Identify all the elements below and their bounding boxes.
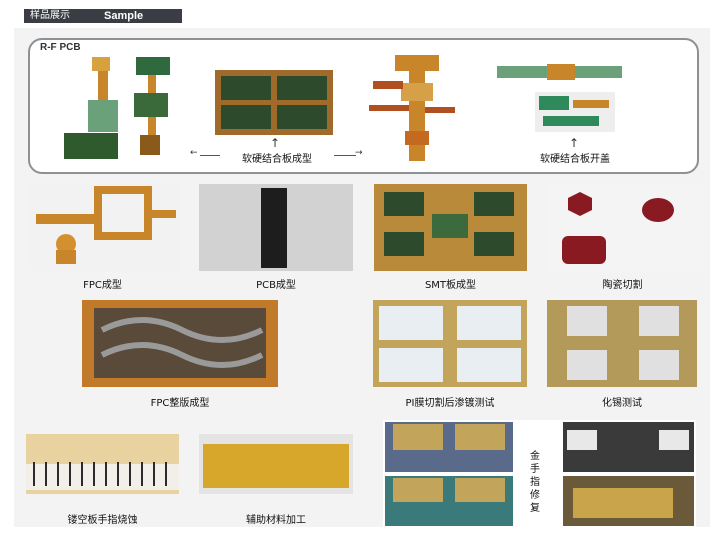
rf-pcb-image-4 bbox=[497, 64, 622, 132]
smt-forming-image bbox=[374, 184, 527, 271]
tin-test-image bbox=[547, 300, 697, 387]
header-title-en: Sample bbox=[104, 10, 144, 22]
rf-pcb-image-2 bbox=[215, 70, 333, 135]
caption-gold-finger-repair: 金手指修复 bbox=[530, 451, 540, 514]
label-rf-open: 软硬结合板开盖 bbox=[540, 154, 610, 165]
header-title-cn: 样品展示 bbox=[30, 10, 70, 21]
caption-fpc-forming: FPC成型 bbox=[83, 280, 122, 291]
caption-pi-film-test: PI膜切割后渗镀测试 bbox=[405, 398, 495, 409]
section-header: 样品展示 Sample bbox=[24, 9, 182, 23]
dashed-line-left bbox=[200, 155, 220, 156]
pcb-forming-image bbox=[199, 184, 353, 271]
hollow-finger-ablation-image bbox=[26, 434, 179, 494]
fpc-panel-forming-image bbox=[82, 300, 278, 387]
arrow-left-icon: ← bbox=[190, 148, 198, 158]
caption-hollow-finger-ablation: 镂空板手指烧蚀 bbox=[67, 515, 138, 526]
caption-smt-forming: SMT板成型 bbox=[424, 280, 477, 291]
pi-film-test-image bbox=[373, 300, 527, 387]
rf-pcb-image-1 bbox=[64, 57, 170, 159]
rf-pcb-image-3 bbox=[369, 55, 455, 161]
caption-pcb-forming: PCB成型 bbox=[256, 280, 296, 291]
auxiliary-material-image bbox=[199, 434, 353, 494]
dashed-line-right bbox=[334, 155, 356, 156]
caption-auxiliary-material: 辅助材料加工 bbox=[246, 515, 306, 526]
arrow-right-icon: → bbox=[355, 148, 363, 158]
caption-tin-test: 化锡测试 bbox=[602, 398, 642, 409]
caption-ceramic-cutting: 陶瓷切割 bbox=[602, 280, 643, 291]
ceramic-cutting-image bbox=[548, 184, 697, 271]
fpc-forming-image bbox=[26, 184, 179, 271]
arrow-up-icon-1: ↑ bbox=[270, 136, 281, 150]
label-rf-forming: 软硬结合板成型 bbox=[242, 154, 312, 165]
caption-fpc-panel-forming: FPC整版成型 bbox=[150, 398, 210, 409]
rf-pcb-title: R-F PCB bbox=[40, 42, 81, 53]
arrow-up-icon-2: ↑ bbox=[569, 136, 580, 150]
